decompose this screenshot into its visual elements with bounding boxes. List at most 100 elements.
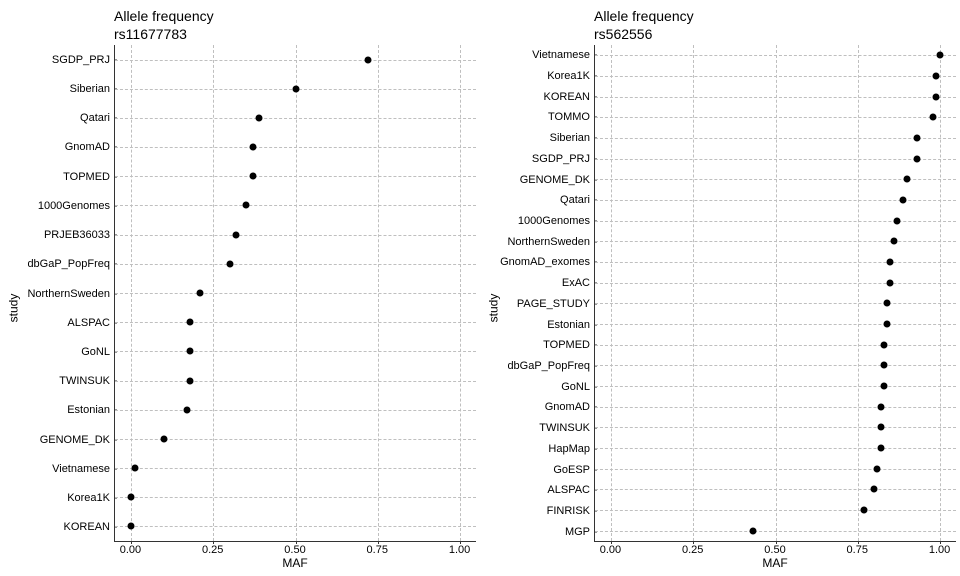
grid-line-horizontal — [595, 179, 956, 180]
grid-line-horizontal — [115, 322, 476, 323]
grid-line-vertical — [858, 45, 859, 541]
y-tick-label: Vietnamese — [532, 49, 590, 61]
data-point — [880, 383, 887, 390]
data-point — [880, 341, 887, 348]
chart-panel-left: Allele frequency rs11677783 study SGDP_P… — [0, 0, 480, 576]
grid-line-horizontal — [115, 410, 476, 411]
grid-line-horizontal — [595, 159, 956, 160]
y-tick-label: dbGaP_PopFreq — [27, 258, 110, 270]
y-tick-label: Estonian — [67, 404, 110, 416]
y-tick-label: ExAC — [562, 277, 590, 289]
grid-line-horizontal — [115, 293, 476, 294]
data-point — [243, 202, 250, 209]
y-tick-label: Korea1K — [67, 492, 110, 504]
y-tick-label: GnomAD_exomes — [500, 256, 590, 268]
grid-line-horizontal — [595, 407, 956, 408]
y-tick-label: TOPMED — [63, 171, 110, 183]
data-point — [887, 279, 894, 286]
data-point — [884, 300, 891, 307]
y-tick-label: PRJEB36033 — [44, 229, 110, 241]
data-point — [890, 238, 897, 245]
grid-line-horizontal — [115, 526, 476, 527]
x-tick-label: 0.25 — [682, 544, 703, 556]
data-point — [187, 377, 194, 384]
y-tick-label: MGP — [565, 526, 590, 538]
data-point — [292, 85, 299, 92]
y-tick-label: 1000Genomes — [38, 200, 110, 212]
data-point — [936, 52, 943, 59]
title-block: Allele frequency rs562556 — [594, 8, 956, 43]
y-axis-label: study — [4, 45, 22, 570]
y-tick-label: Vietnamese — [52, 463, 110, 475]
data-point — [249, 173, 256, 180]
x-tick-label: 0.75 — [367, 544, 388, 556]
chart-area — [114, 45, 476, 542]
data-point — [187, 319, 194, 326]
data-point — [197, 290, 204, 297]
data-point — [364, 56, 371, 63]
grid-line-horizontal — [595, 365, 956, 366]
grid-line-horizontal — [595, 97, 956, 98]
y-tick-label: HapMap — [548, 443, 590, 455]
data-point — [226, 260, 233, 267]
y-tick-label: ALSPAC — [547, 484, 590, 496]
y-tick-label: ALSPAC — [67, 317, 110, 329]
y-tick-label: PAGE_STUDY — [517, 298, 590, 310]
y-tick-label: NorthernSweden — [27, 288, 110, 300]
grid-line-vertical — [940, 45, 941, 541]
y-tick-label: TOMMO — [548, 111, 590, 123]
grid-line-horizontal — [115, 351, 476, 352]
grid-line-horizontal — [115, 468, 476, 469]
data-point — [880, 362, 887, 369]
y-axis-label: study — [484, 45, 502, 570]
data-point — [128, 523, 135, 530]
grid-line-horizontal — [595, 386, 956, 387]
y-tick-label: Siberian — [70, 83, 110, 95]
x-axis: MAF 0.000.250.500.751.00 — [594, 542, 956, 570]
y-tick-label: GoESP — [553, 464, 590, 476]
data-point — [233, 231, 240, 238]
data-point — [749, 527, 756, 534]
x-tick-label: 0.25 — [202, 544, 223, 556]
data-point — [187, 348, 194, 355]
grid-line-horizontal — [595, 76, 956, 77]
chart-subtitle: rs562556 — [594, 26, 956, 44]
data-point — [874, 465, 881, 472]
grid-line-horizontal — [595, 510, 956, 511]
x-tick-label: 0.75 — [847, 544, 868, 556]
data-point — [933, 93, 940, 100]
grid-line-horizontal — [595, 117, 956, 118]
y-tick-label: GnomAD — [65, 141, 110, 153]
y-tick-label: Qatari — [560, 194, 590, 206]
grid-line-vertical — [693, 45, 694, 541]
grid-line-horizontal — [115, 147, 476, 148]
data-point — [933, 73, 940, 80]
grid-line-horizontal — [595, 531, 956, 532]
data-point — [877, 424, 884, 431]
grid-line-horizontal — [595, 427, 956, 428]
y-tick-column: VietnameseKorea1KKOREANTOMMOSiberianSGDP… — [502, 45, 594, 542]
data-point — [887, 259, 894, 266]
chart-panel-right: Allele frequency rs562556 study Vietname… — [480, 0, 960, 576]
data-point — [861, 507, 868, 514]
chart-title: Allele frequency — [594, 8, 956, 26]
grid-line-horizontal — [595, 262, 956, 263]
y-tick-label: Estonian — [547, 319, 590, 331]
grid-line-horizontal — [595, 55, 956, 56]
grid-line-horizontal — [595, 221, 956, 222]
grid-line-horizontal — [595, 345, 956, 346]
grid-line-horizontal — [115, 264, 476, 265]
y-tick-label: TWINSUK — [59, 375, 110, 387]
grid-line-horizontal — [595, 448, 956, 449]
y-tick-label: Korea1K — [547, 70, 590, 82]
y-tick-label: TWINSUK — [539, 422, 590, 434]
data-point — [877, 445, 884, 452]
grid-line-horizontal — [115, 381, 476, 382]
data-point — [930, 114, 937, 121]
x-axis-label: MAF — [282, 556, 307, 570]
y-tick-label: TOPMED — [543, 339, 590, 351]
chart-title: Allele frequency — [114, 8, 476, 26]
x-tick-label: 1.00 — [449, 544, 470, 556]
grid-line-horizontal — [595, 138, 956, 139]
grid-line-horizontal — [115, 205, 476, 206]
